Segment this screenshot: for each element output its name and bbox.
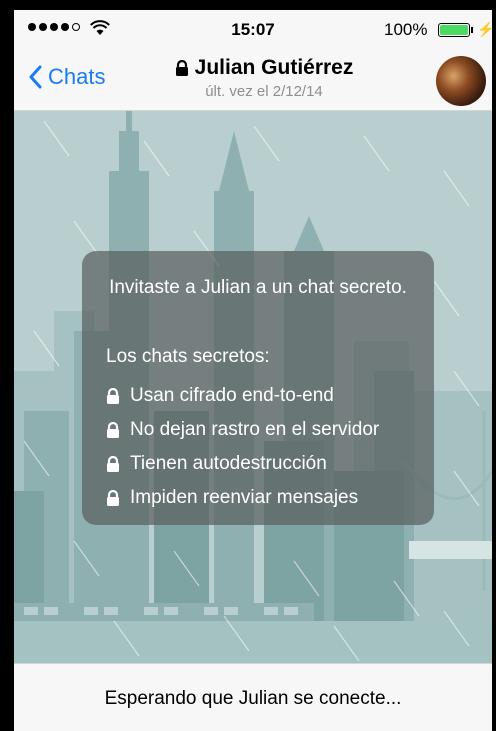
secret-chat-heading: Invitaste a Julian a un chat secreto. <box>109 277 407 298</box>
lock-icon <box>107 421 119 438</box>
phone-screen: 15:07 100% ⚡ Chats Julian Gutiérrez últ.… <box>14 10 492 731</box>
battery-icon <box>438 23 470 37</box>
lock-icon <box>107 489 119 506</box>
waiting-status: Esperando que Julian se conecte... <box>104 688 402 709</box>
battery-percent: 100% <box>384 20 428 39</box>
feature-text: Tienen autodestrucción <box>130 453 327 474</box>
lock-icon <box>107 455 119 472</box>
battery-fill <box>440 25 468 35</box>
bolt-icon: ⚡ <box>477 21 492 37</box>
secret-chat-info-card: Invitaste a Julian a un chat secreto. Lo… <box>82 251 434 525</box>
back-label: Chats <box>48 64 106 89</box>
chevron-left-icon <box>29 65 42 89</box>
lock-icon <box>107 387 119 404</box>
list-item: No dejan rastro en el servidor <box>106 413 379 447</box>
battery-tip <box>471 27 473 33</box>
avatar[interactable] <box>436 56 486 106</box>
lock-icon <box>175 59 188 76</box>
status-bar: 15:07 100% ⚡ <box>14 10 492 50</box>
chat-header: Chats Julian Gutiérrez últ. vez el 2/12/… <box>14 50 492 111</box>
list-item: Usan cifrado end-to-end <box>106 379 379 413</box>
last-seen: últ. vez el 2/12/14 <box>205 82 323 100</box>
feature-list: Usan cifrado end-to-end No dejan rastro … <box>106 379 379 515</box>
contact-name: Julian Gutiérrez <box>194 56 354 79</box>
list-item: Impiden reenviar mensajes <box>106 481 379 515</box>
chat-area: Invitaste a Julian a un chat secreto. Lo… <box>14 111 492 663</box>
feature-text: Impiden reenviar mensajes <box>130 487 359 508</box>
contact-info[interactable]: Julian Gutiérrez últ. vez el 2/12/14 <box>114 56 414 100</box>
feature-text: Usan cifrado end-to-end <box>130 385 334 406</box>
feature-text: No dejan rastro en el servidor <box>130 419 380 440</box>
input-bar: Esperando que Julian se conecte... <box>14 663 492 731</box>
contact-title: Julian Gutiérrez <box>175 56 354 80</box>
list-item: Tienen autodestrucción <box>106 447 379 481</box>
back-button[interactable]: Chats <box>28 64 105 90</box>
secret-chat-subheading: Los chats secretos: <box>106 346 270 367</box>
